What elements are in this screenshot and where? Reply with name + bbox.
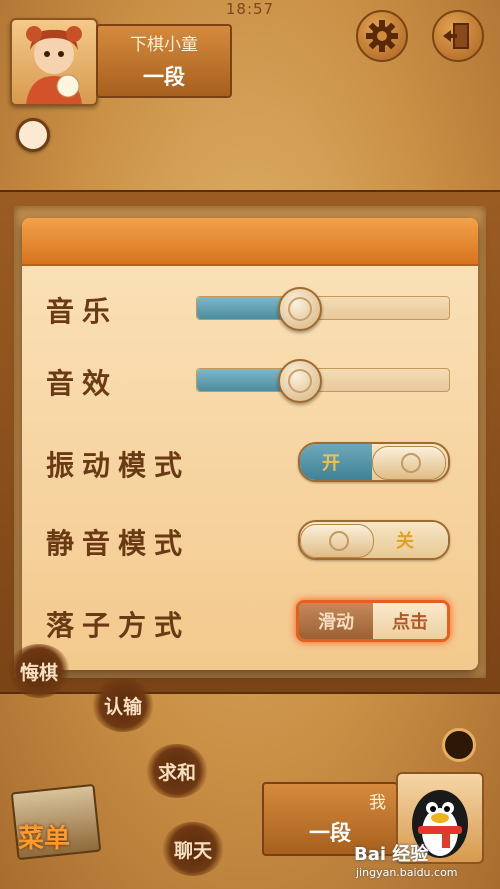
move-method-selector[interactable]: 滑动 点击 [296,600,450,642]
opponent-rank: 一段 [143,65,185,89]
opponent-turn-indicator [16,118,50,152]
vibration-toggle[interactable]: 开 [298,442,450,482]
move-method-row: 落子方式 滑动 点击 [22,596,478,646]
resign-button[interactable]: 认输 [92,678,154,732]
chat-button[interactable]: 聊天 [162,822,224,876]
music-label: 音乐 [46,295,119,328]
music-row: 音乐 [22,282,478,332]
opponent-name: 下棋小童 [130,35,198,55]
draw-button[interactable]: 求和 [146,744,208,798]
music-slider[interactable] [196,287,450,331]
vibration-label: 振动模式 [46,449,191,482]
baidu-watermark: Bai 经验 jingyan.baidu.com [354,840,494,884]
move-method-slide[interactable]: 滑动 [299,603,373,639]
move-method-label: 落子方式 [46,609,191,642]
dialog-header [22,218,478,266]
player-turn-indicator [442,728,476,762]
move-method-tap[interactable]: 点击 [373,603,447,639]
watermark-url: jingyan.baidu.com [356,866,458,879]
menu-label: 菜单 [18,824,71,854]
settings-button[interactable] [356,10,408,62]
mute-toggle-knob[interactable] [300,524,374,558]
vibration-toggle-knob[interactable] [372,446,446,480]
vibration-toggle-state: 开 [322,453,340,474]
menu-button[interactable]: 菜单 [8,780,102,861]
opponent-avatar[interactable] [10,18,98,106]
mute-row: 静音模式 关 [22,514,478,564]
music-slider-knob[interactable] [277,287,322,331]
gear-icon [366,20,398,52]
mute-toggle[interactable]: 关 [298,520,450,560]
undo-button[interactable]: 悔棋 [8,644,70,698]
exit-button[interactable] [432,10,484,62]
opponent-card[interactable]: 下棋小童 一段 [10,18,232,106]
vibration-row: 振动模式 开 [22,436,478,486]
exit-door-icon [443,23,469,49]
player-name: 我 [369,793,386,813]
sound-effects-row: 音效 [22,354,478,404]
settings-dialog: 音乐 音效 振动模式 开 静音模式 关 落子方式 滑动 点击 [22,218,478,670]
mute-toggle-state: 关 [396,531,414,552]
sound-effects-slider[interactable] [196,359,450,403]
sound-effects-slider-knob[interactable] [277,359,322,403]
mute-label: 静音模式 [46,527,191,560]
status-time: 18:57 [225,0,275,18]
sound-effects-label: 音效 [46,367,119,400]
opponent-nameplate: 下棋小童 一段 [96,24,232,98]
watermark-brand: Bai 经验 [354,844,429,865]
